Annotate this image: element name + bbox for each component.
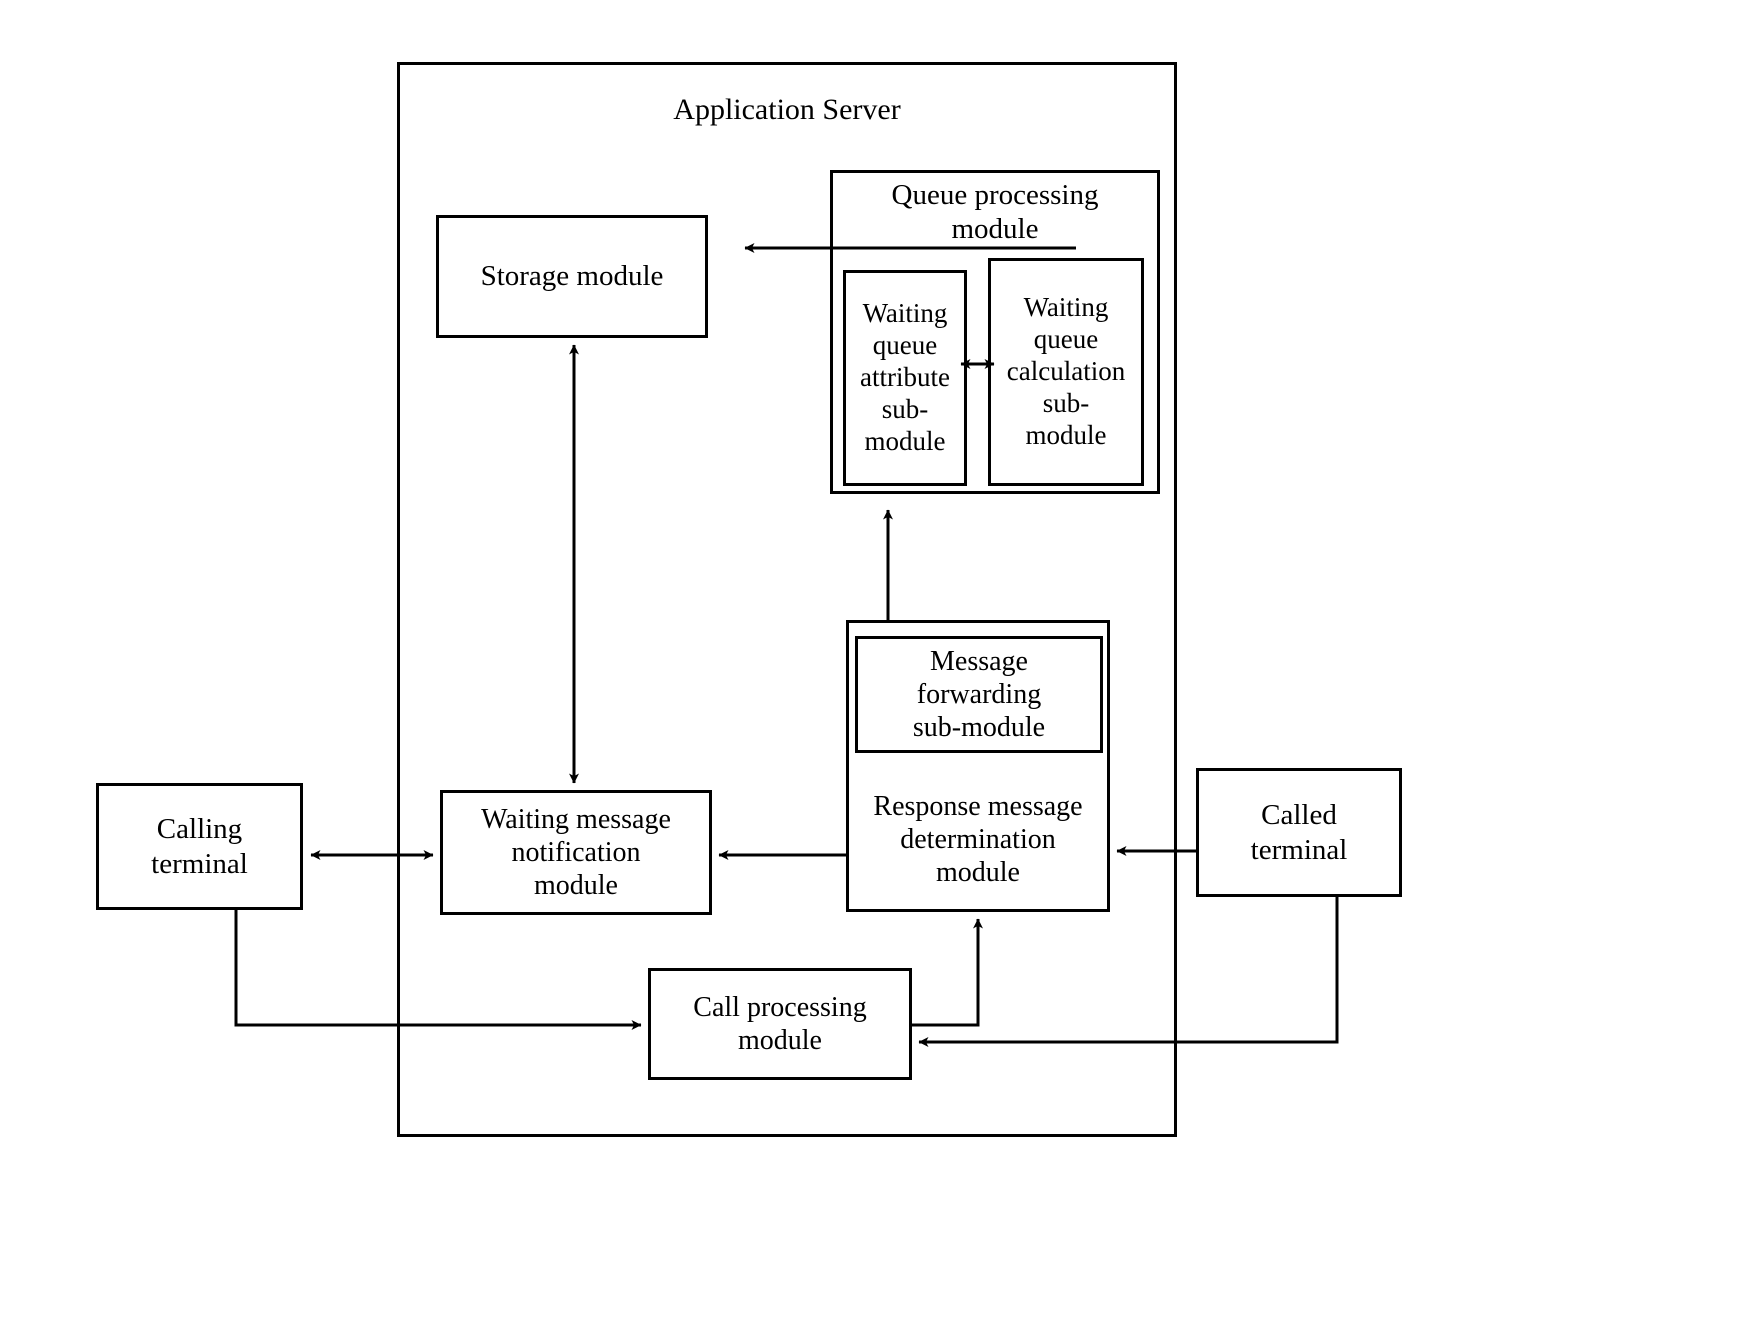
- waiting-message-notification-module-label: Waiting message notification module: [481, 803, 671, 902]
- waiting-queue-calculation-sub-module-label: Waiting queue calculation sub-module: [1006, 292, 1126, 450]
- message-forwarding-sub-module-label: Message forwarding sub-module: [912, 645, 1046, 744]
- waiting-message-notification-module-box[interactable]: Waiting message notification module: [440, 790, 712, 915]
- called-terminal-label: Called terminal: [1250, 799, 1348, 866]
- calling-terminal-label: Calling terminal: [151, 813, 248, 880]
- call-processing-module-label: Call processing module: [693, 991, 867, 1056]
- call-processing-module-box[interactable]: Call processing module: [648, 968, 912, 1080]
- waiting-queue-attribute-sub-module-label: Waiting queue attribute sub-module: [860, 298, 950, 456]
- waiting-queue-calculation-sub-module-box[interactable]: Waiting queue calculation sub-module: [988, 258, 1144, 486]
- application-server-title: Application Server: [673, 93, 901, 126]
- response-message-determination-module-label: Response message determination module: [873, 791, 1083, 889]
- queue-processing-module-label: Queue processing module: [891, 179, 1099, 246]
- diagram-canvas: Application Server Storage module Queue …: [0, 0, 1753, 1330]
- storage-module-label: Storage module: [480, 260, 664, 293]
- called-terminal-box[interactable]: Called terminal: [1196, 768, 1402, 897]
- waiting-queue-attribute-sub-module-box[interactable]: Waiting queue attribute sub-module: [843, 270, 967, 486]
- message-forwarding-sub-module-box[interactable]: Message forwarding sub-module: [855, 636, 1103, 753]
- storage-module-box[interactable]: Storage module: [436, 215, 708, 338]
- calling-terminal-box[interactable]: Calling terminal: [96, 783, 303, 910]
